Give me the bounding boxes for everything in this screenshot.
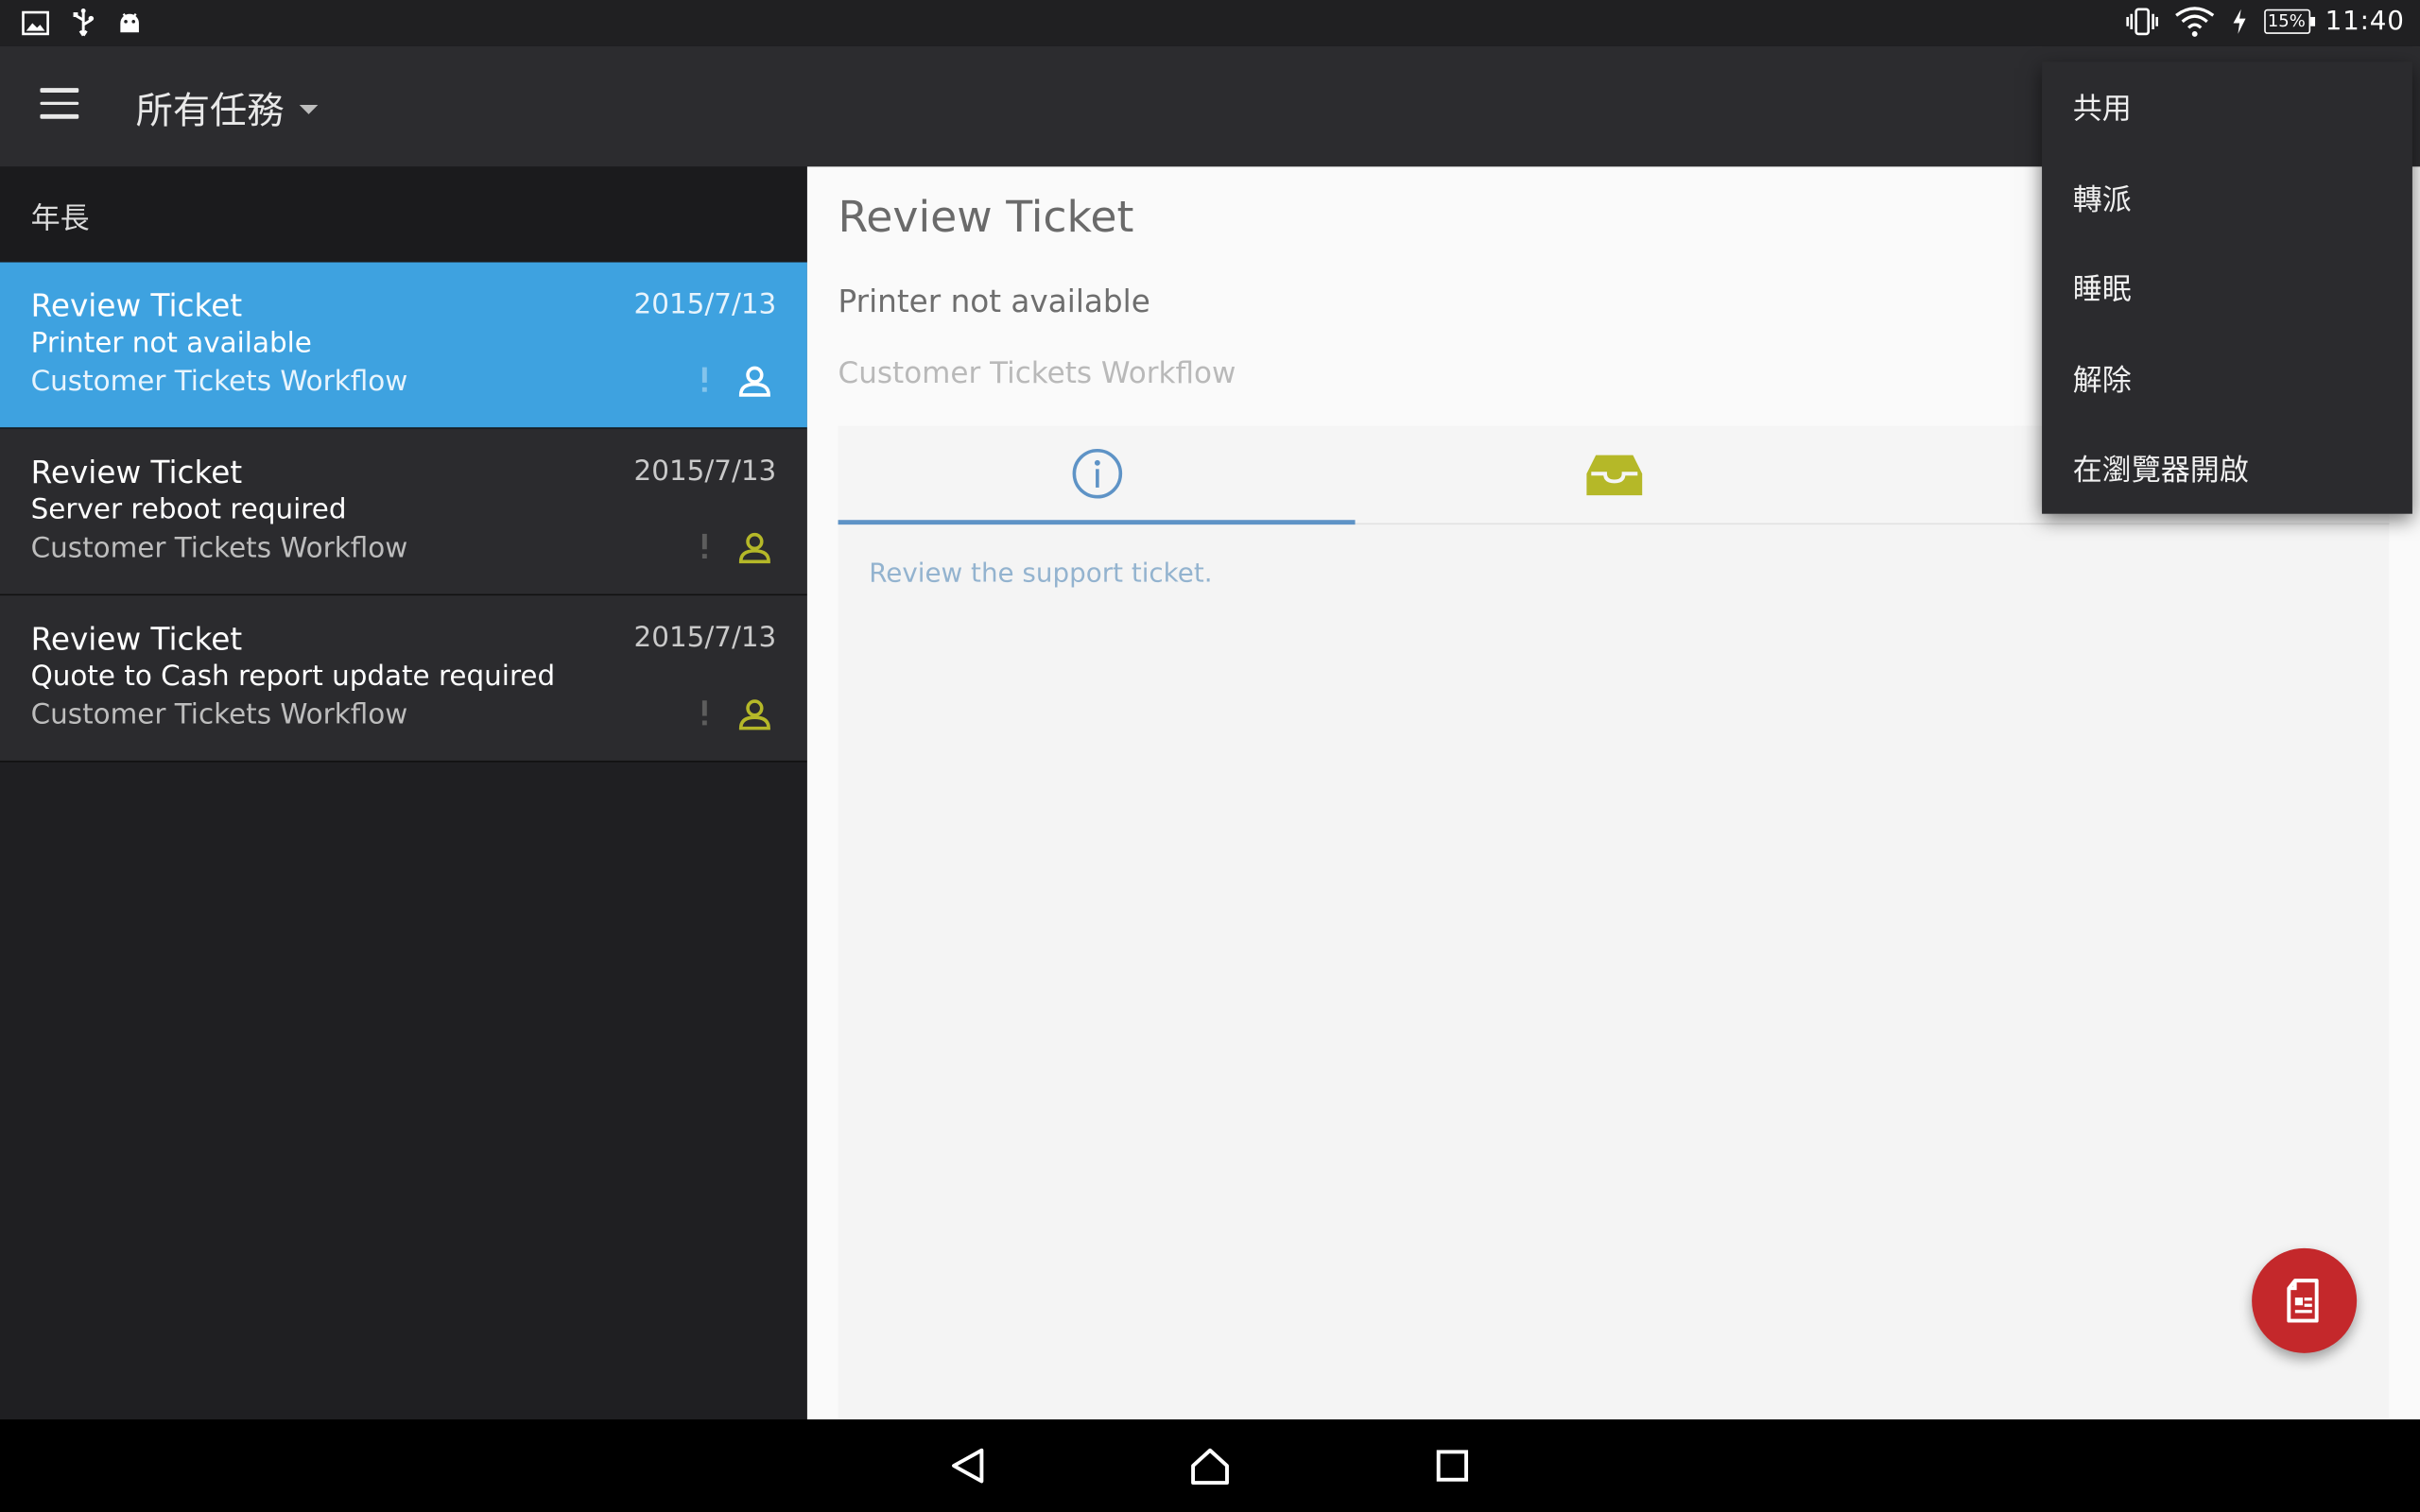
detail-card: Review the support ticket. xyxy=(838,425,2390,1420)
vibrate-icon xyxy=(2125,8,2158,36)
status-time: 11:40 xyxy=(2325,6,2405,38)
item-subtitle: Printer not available xyxy=(30,327,312,360)
item-title: Review Ticket xyxy=(30,454,243,491)
wifi-icon xyxy=(2174,7,2214,37)
list-section-header: 年長 xyxy=(0,166,807,263)
list-item[interactable]: Review Ticket 2015/7/13 Quote to Cash re… xyxy=(0,595,807,763)
item-subtitle: Server reboot required xyxy=(30,493,347,526)
menu-item-open-in-browser[interactable]: 在瀏覽器開啟 xyxy=(2042,423,2412,514)
home-icon[interactable] xyxy=(1190,1446,1230,1486)
back-icon[interactable] xyxy=(947,1446,987,1486)
charging-icon xyxy=(2232,9,2245,34)
navigation-bar xyxy=(0,1419,2420,1512)
image-icon xyxy=(22,10,49,36)
list-item[interactable]: Review Ticket 2015/7/13 Printer not avai… xyxy=(0,262,807,429)
tab-info[interactable] xyxy=(838,426,1356,525)
chevron-down-icon xyxy=(299,104,319,114)
form-action-button[interactable] xyxy=(2252,1247,2358,1353)
battery-level: 15% xyxy=(2267,10,2306,31)
menu-item-reassign[interactable]: 轉派 xyxy=(2042,152,2412,243)
item-workflow: Customer Tickets Workflow xyxy=(30,365,408,399)
person-icon xyxy=(738,699,770,730)
menu-item-sleep[interactable]: 睡眠 xyxy=(2042,243,2412,334)
list-item[interactable]: Review Ticket 2015/7/13 Server reboot re… xyxy=(0,428,807,596)
inbox-icon xyxy=(1585,455,1642,496)
item-date: 2015/7/13 xyxy=(633,621,777,655)
tab-inbox[interactable] xyxy=(1356,426,1873,524)
item-subtitle: Quote to Cash report update required xyxy=(30,660,556,694)
detail-subtitle: Printer not available xyxy=(838,282,1150,319)
person-icon xyxy=(738,532,770,564)
task-list: 年長 Review Ticket 2015/7/13 Printer not a… xyxy=(0,166,807,1420)
item-workflow: Customer Tickets Workflow xyxy=(30,532,408,565)
recents-icon[interactable] xyxy=(1432,1446,1472,1486)
priority-icon xyxy=(701,533,709,559)
item-workflow: Customer Tickets Workflow xyxy=(30,698,408,731)
detail-workflow: Customer Tickets Workflow xyxy=(838,356,1236,391)
priority-icon xyxy=(701,700,709,726)
item-title: Review Ticket xyxy=(30,620,243,658)
task-filter-dropdown[interactable]: 所有任務 xyxy=(136,80,319,134)
detail-title: Review Ticket xyxy=(838,191,1134,243)
overflow-menu: 共用 轉派 睡眠 解除 在瀏覽器開啟 xyxy=(2042,61,2412,514)
menu-hamburger-icon[interactable] xyxy=(40,88,79,119)
priority-icon xyxy=(701,367,709,392)
status-bar: 15% 11:40 xyxy=(0,0,2420,46)
item-date: 2015/7/13 xyxy=(633,288,777,321)
document-icon xyxy=(2287,1279,2319,1323)
person-icon xyxy=(738,366,770,397)
info-icon xyxy=(1071,448,1122,498)
task-description: Review the support ticket. xyxy=(869,558,1213,590)
usb-icon xyxy=(73,8,95,37)
battery-icon: 15% xyxy=(2263,9,2315,34)
android-icon xyxy=(120,13,139,33)
menu-item-share[interactable]: 共用 xyxy=(2042,61,2412,152)
page-title: 所有任務 xyxy=(135,89,285,133)
menu-item-release[interactable]: 解除 xyxy=(2042,333,2412,423)
item-date: 2015/7/13 xyxy=(633,455,777,488)
item-title: Review Ticket xyxy=(30,286,243,324)
